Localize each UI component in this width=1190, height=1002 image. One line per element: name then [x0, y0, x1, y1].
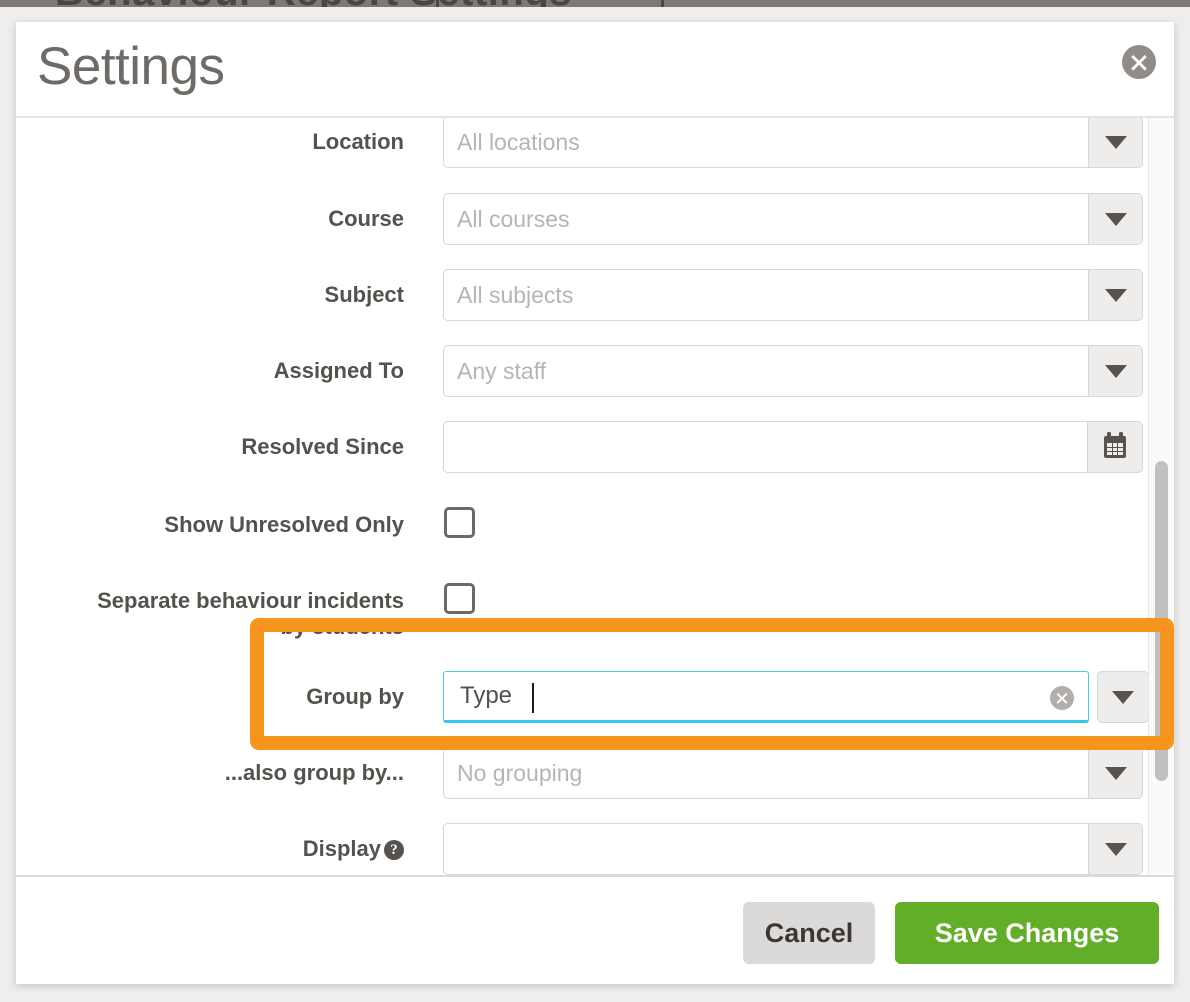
resolved-since-date-input[interactable]	[443, 421, 1143, 473]
text-cursor	[532, 683, 534, 713]
location-select[interactable]: All locations	[443, 118, 1143, 168]
group-by-input[interactable]: Type	[443, 671, 1089, 723]
control-display	[443, 823, 1143, 875]
also-group-by-placeholder: No grouping	[457, 748, 582, 798]
label-show-unresolved-only: Show Unresolved Only	[16, 499, 404, 551]
form-row-display: Display?	[16, 823, 1148, 875]
label-line-2: by students	[16, 614, 404, 640]
control-show-unresolved-only	[443, 499, 1143, 551]
control-also-group-by: No grouping	[443, 747, 1143, 799]
control-course: All courses	[443, 193, 1143, 245]
clear-x-glyph	[1050, 686, 1074, 710]
assigned-to-select[interactable]: Any staff	[443, 345, 1143, 397]
background-divider	[436, 0, 439, 7]
background-page-header: Behaviour Report Settings	[0, 0, 1190, 7]
chevron-down-icon[interactable]	[1097, 671, 1149, 723]
label-display: Display?	[16, 823, 404, 875]
form-row-also-group-by: ...also group by... No grouping	[16, 747, 1148, 799]
label-subject: Subject	[16, 269, 404, 321]
display-select[interactable]	[443, 823, 1143, 875]
chevron-down-icon[interactable]	[1088, 346, 1142, 396]
form-row-assigned-to: Assigned To Any staff	[16, 345, 1148, 397]
control-assigned-to: Any staff	[443, 345, 1143, 397]
chevron-down-icon[interactable]	[1088, 194, 1142, 244]
page-title: Settings	[37, 40, 225, 93]
form-row-show-unresolved-only: Show Unresolved Only	[16, 499, 1148, 551]
chevron-down-glyph	[1105, 136, 1127, 149]
form-row-course: Course All courses	[16, 193, 1148, 245]
modal-footer: Cancel Save Changes	[16, 875, 1174, 984]
close-icon[interactable]	[1122, 45, 1156, 79]
form-row-location: Location All locations	[16, 118, 1148, 168]
form-row-group-by: Group by Type	[16, 671, 1148, 723]
chevron-down-glyph	[1105, 767, 1127, 780]
course-select[interactable]: All courses	[443, 193, 1143, 245]
chevron-down-icon[interactable]	[1088, 824, 1142, 874]
label-assigned-to: Assigned To	[16, 345, 404, 397]
form-row-subject: Subject All subjects	[16, 269, 1148, 321]
label-group-by: Group by	[16, 671, 404, 723]
label-resolved-since: Resolved Since	[16, 421, 404, 473]
settings-form-scroll-area[interactable]: Location All locations Course All course…	[16, 118, 1174, 875]
settings-modal: Settings Location All locations Co	[16, 22, 1174, 984]
label-separate-behaviour-incidents: Separate behaviour incidents by students	[16, 575, 404, 640]
chevron-down-icon[interactable]	[1088, 748, 1142, 798]
close-x-glyph	[1122, 45, 1156, 79]
subject-select[interactable]: All subjects	[443, 269, 1143, 321]
calendar-glyph	[1088, 422, 1142, 472]
help-circle-icon[interactable]: ?	[384, 840, 404, 860]
label-location: Location	[16, 118, 404, 168]
modal-header: Settings	[16, 22, 1174, 118]
scrollbar-track[interactable]	[1148, 118, 1174, 875]
background-page-title: Behaviour Report Settings	[55, 0, 572, 7]
chevron-down-icon[interactable]	[1088, 270, 1142, 320]
chevron-down-glyph	[1105, 365, 1127, 378]
settings-form: Location All locations Course All course…	[16, 118, 1148, 875]
label-also-group-by: ...also group by...	[16, 747, 404, 799]
cancel-button[interactable]: Cancel	[743, 902, 875, 964]
control-subject: All subjects	[443, 269, 1143, 321]
subject-placeholder: All subjects	[457, 270, 573, 320]
chevron-down-glyph	[1105, 289, 1127, 302]
chevron-down-glyph	[1105, 843, 1127, 856]
show-unresolved-only-checkbox[interactable]	[444, 507, 475, 538]
label-course: Course	[16, 193, 404, 245]
label-display-text: Display	[303, 836, 381, 861]
form-row-separate-behaviour-incidents: Separate behaviour incidents by students	[16, 575, 1148, 639]
calendar-icon[interactable]	[1087, 422, 1142, 472]
control-location: All locations	[443, 118, 1143, 168]
chevron-down-glyph	[1112, 691, 1134, 704]
background-divider-2	[661, 0, 664, 7]
form-row-resolved-since: Resolved Since	[16, 421, 1148, 473]
assigned-to-placeholder: Any staff	[457, 346, 546, 396]
save-button[interactable]: Save Changes	[895, 902, 1159, 964]
separate-behaviour-incidents-checkbox[interactable]	[444, 583, 475, 614]
control-group-by: Type	[443, 671, 1143, 723]
location-placeholder: All locations	[457, 118, 580, 167]
clear-circle-icon[interactable]	[1050, 686, 1074, 710]
label-line-1: Separate behaviour incidents	[16, 588, 404, 614]
course-placeholder: All courses	[457, 194, 569, 244]
also-group-by-select[interactable]: No grouping	[443, 747, 1143, 799]
scrollbar-thumb[interactable]	[1155, 461, 1168, 781]
chevron-down-icon[interactable]	[1088, 118, 1142, 167]
group-by-value: Type	[460, 672, 512, 720]
control-separate-behaviour-incidents	[443, 575, 1143, 627]
control-resolved-since	[443, 421, 1143, 473]
chevron-down-glyph	[1105, 213, 1127, 226]
